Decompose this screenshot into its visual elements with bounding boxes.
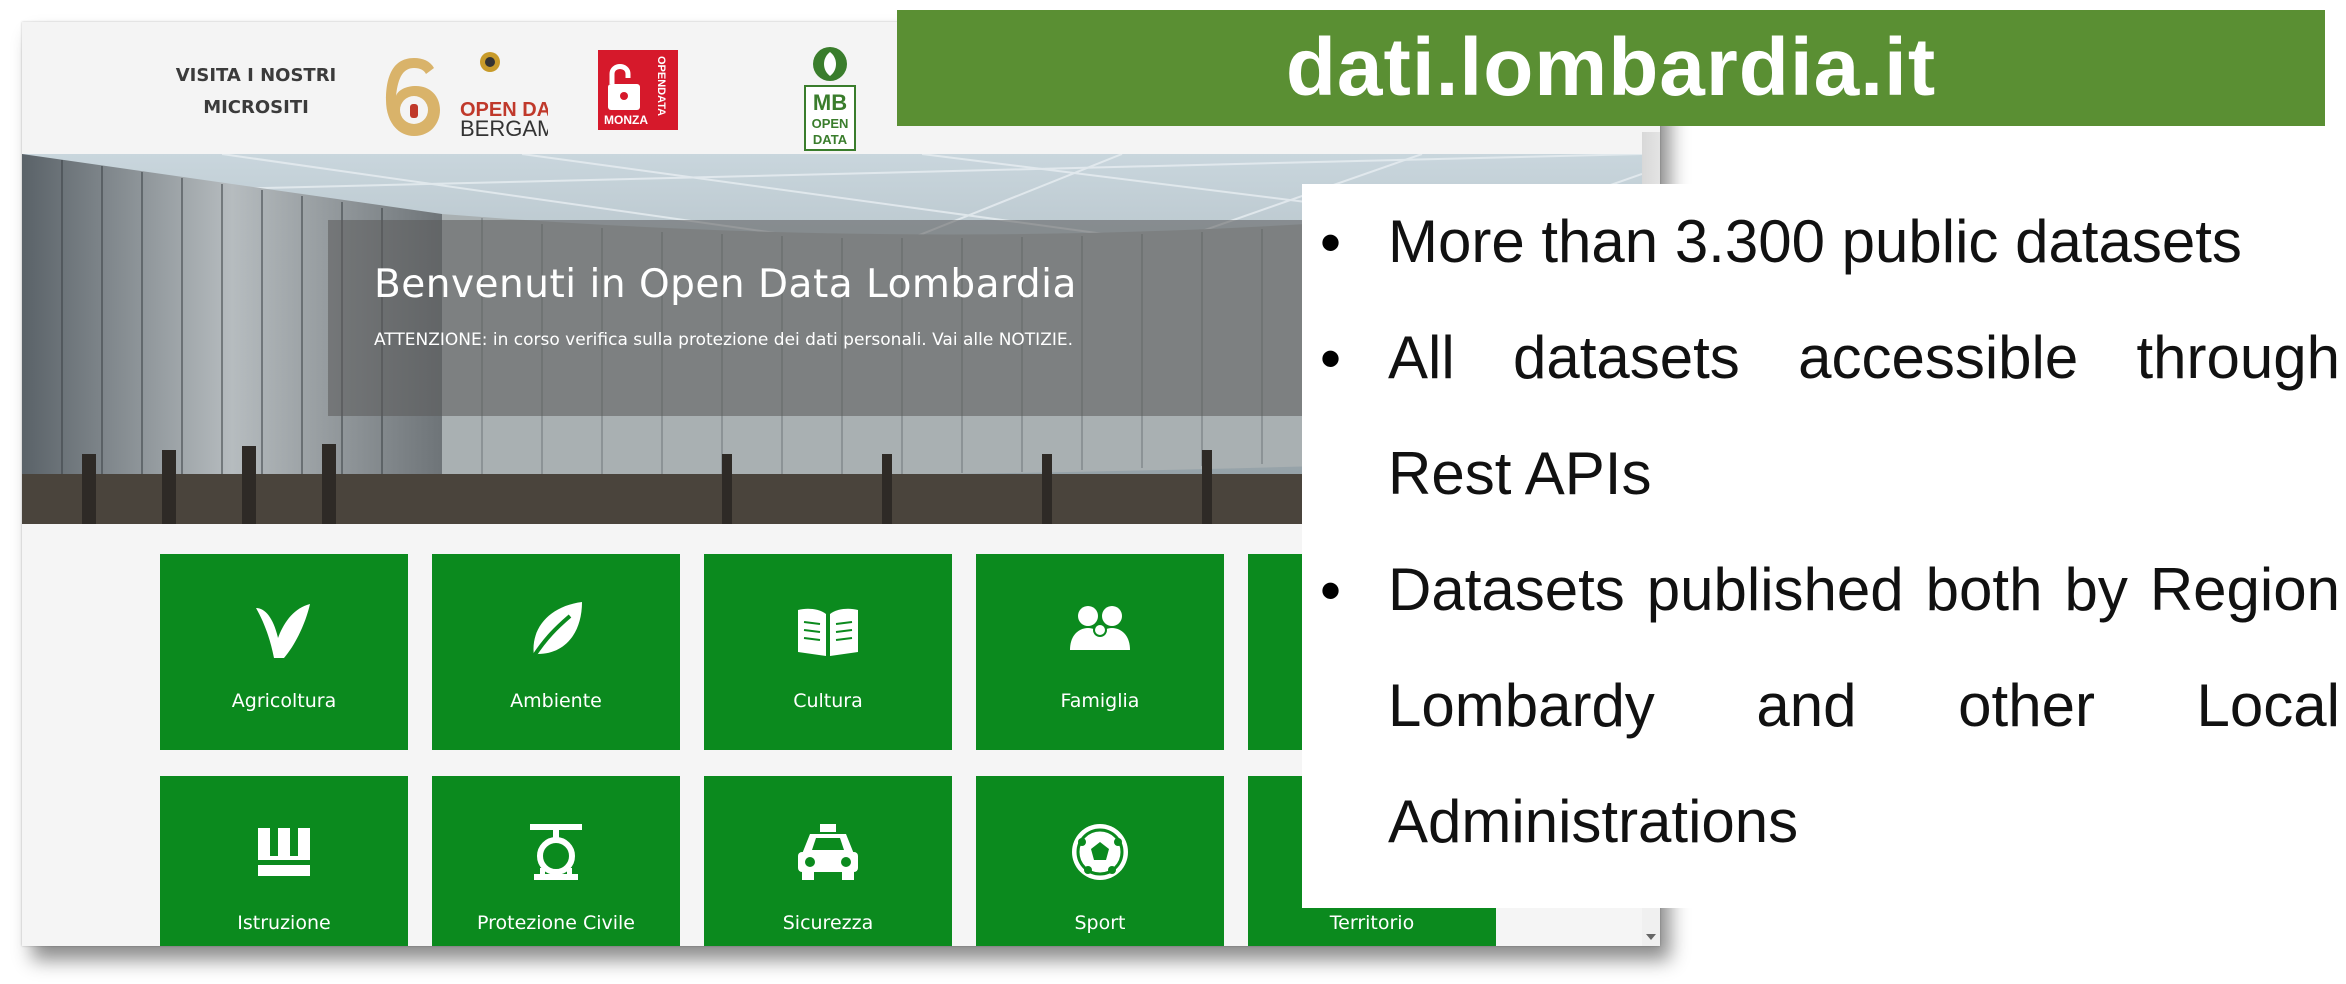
slide-bullet-box: • More than 3.300 public datasets • All … (1302, 184, 2346, 908)
monza-logo-line2: OPENDATA (655, 56, 667, 116)
tile-label: Istruzione (237, 912, 331, 934)
mb-logo-line3: DATA (813, 132, 848, 147)
tile-ambiente[interactable]: Ambiente (432, 554, 680, 750)
bullet-text: Datasets published both by Region Lombar… (1388, 556, 2340, 855)
leaf-icon (532, 602, 582, 658)
tile-sicurezza[interactable]: Sicurezza (704, 776, 952, 946)
tile-label: Protezione Civile (477, 912, 635, 934)
tile-label: Sicurezza (782, 912, 874, 934)
bergamo-logo-line2: BERGAMO (460, 116, 548, 141)
slide-title-banner: dati.lombardia.it (897, 10, 2325, 126)
tile-agricoltura[interactable]: Agricoltura (160, 554, 408, 750)
hero-notice[interactable]: ATTENZIONE: in corso verifica sulla prot… (374, 330, 1073, 350)
monza-opendata-logo[interactable]: MONZA OPENDATA (598, 50, 678, 130)
slide-title: dati.lombardia.it (1285, 22, 1937, 113)
window-edge-shadow (1642, 132, 1660, 192)
tile-label: Agricoltura (231, 690, 337, 712)
mb-logo-line2: OPEN (812, 116, 849, 131)
book-icon (798, 608, 858, 656)
open-data-bergamo-logo[interactable]: OPEN DATA BERGAMO (368, 46, 575, 146)
bullet-dot: • (1320, 557, 1342, 624)
tile-label: Ambiente (510, 690, 602, 712)
hero-caption-box (328, 220, 1348, 416)
tile-sport[interactable]: Sport (976, 776, 1224, 946)
ball-icon (1072, 824, 1128, 880)
bullet-text: More than 3.300 public datasets (1388, 208, 2242, 275)
tile-label: Sport (1074, 912, 1126, 934)
tile-label: Famiglia (1060, 690, 1140, 712)
mb-logo-line1: MB (813, 90, 847, 115)
protezione-civile-icon (530, 824, 582, 880)
mb-open-data-logo[interactable]: MB OPEN DATA (802, 44, 858, 152)
hero-title: Benvenuti in Open Data Lombardia (374, 262, 1077, 307)
tile-istruzione[interactable]: Istruzione (160, 776, 408, 946)
bullet-dot: • (1320, 209, 1342, 276)
microsites-label: VISITA I NOSTRI MICROSITI (175, 65, 337, 118)
car-icon (798, 824, 858, 880)
bullet-text: All datasets accessible through Rest API… (1388, 324, 2340, 507)
tile-famiglia[interactable]: Famiglia (976, 554, 1224, 750)
agricoltura-icon (256, 604, 310, 658)
tile-protezione-civile[interactable]: Protezione Civile (432, 776, 680, 946)
tile-label: Territorio (1329, 912, 1415, 934)
scroll-down-icon[interactable] (1646, 934, 1656, 940)
tile-cultura[interactable]: Cultura (704, 554, 952, 750)
istruzione-icon (258, 828, 310, 876)
monza-logo-line1: MONZA (604, 113, 648, 127)
bullet-dot: • (1320, 325, 1342, 392)
tile-label: Cultura (793, 690, 863, 712)
family-icon (1070, 606, 1130, 650)
